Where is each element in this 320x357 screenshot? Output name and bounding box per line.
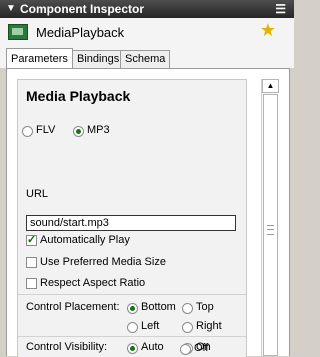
collapse-triangle-icon[interactable]: ▼ [6, 0, 16, 18]
right-label: Right [196, 320, 222, 332]
tab-bar: Parameters Bindings Schema [0, 48, 294, 69]
media-playback-form: Media Playback FLV MP3 URL sound/start.m… [17, 79, 247, 357]
vertical-scrollbar[interactable]: ▲ [261, 79, 279, 356]
options-menu-icon[interactable]: ☰ [275, 0, 286, 18]
tab-schema[interactable]: Schema [120, 50, 171, 68]
section-title: Media Playback [26, 88, 131, 104]
divider [18, 294, 246, 295]
off-label: Off [194, 342, 209, 354]
flv-radio[interactable] [22, 126, 33, 137]
url-input[interactable]: sound/start.mp3 [26, 215, 236, 231]
star-icon[interactable]: ★ [260, 20, 276, 41]
inspector-titlebar[interactable]: ▼ Component Inspector ☰ [0, 0, 294, 18]
aspect-ratio-label: Respect Aspect Ratio [40, 277, 146, 289]
tab-parameters[interactable]: Parameters [6, 48, 73, 69]
grip-icon [267, 225, 274, 235]
top-label: Top [196, 301, 214, 313]
left-radio[interactable] [127, 322, 138, 333]
auto-play-checkbox[interactable] [26, 233, 37, 246]
auto-label: Auto [141, 341, 164, 353]
control-placement-label: Control Placement: [26, 301, 120, 313]
parameters-panel: Media Playback FLV MP3 URL sound/start.m… [6, 68, 290, 357]
auto-play-label: Automatically Play [40, 234, 130, 246]
scroll-up-arrow-icon[interactable]: ▲ [262, 79, 279, 93]
divider [18, 336, 246, 337]
tab-bindings[interactable]: Bindings [72, 50, 125, 68]
component-name: MediaPlayback [36, 25, 125, 40]
component-header: MediaPlayback ★ [0, 18, 294, 48]
bottom-radio[interactable] [127, 303, 138, 314]
top-radio[interactable] [182, 303, 193, 314]
media-component-icon [8, 24, 28, 40]
left-label: Left [141, 320, 160, 332]
panel-title: Component Inspector [20, 2, 145, 16]
scroll-thumb[interactable] [263, 94, 278, 356]
preferred-size-checkbox[interactable] [26, 257, 37, 268]
url-label: URL [26, 188, 49, 200]
bottom-label: Bottom [141, 301, 176, 313]
preferred-size-label: Use Preferred Media Size [40, 256, 166, 268]
aspect-ratio-checkbox[interactable] [26, 278, 37, 289]
auto-radio[interactable] [127, 343, 138, 354]
off-radio[interactable] [180, 344, 191, 355]
mp3-radio[interactable] [73, 126, 84, 137]
mp3-label: MP3 [87, 124, 110, 136]
right-radio[interactable] [182, 322, 193, 333]
flv-label: FLV [36, 124, 56, 136]
control-visibility-label: Control Visibility: [26, 341, 108, 353]
